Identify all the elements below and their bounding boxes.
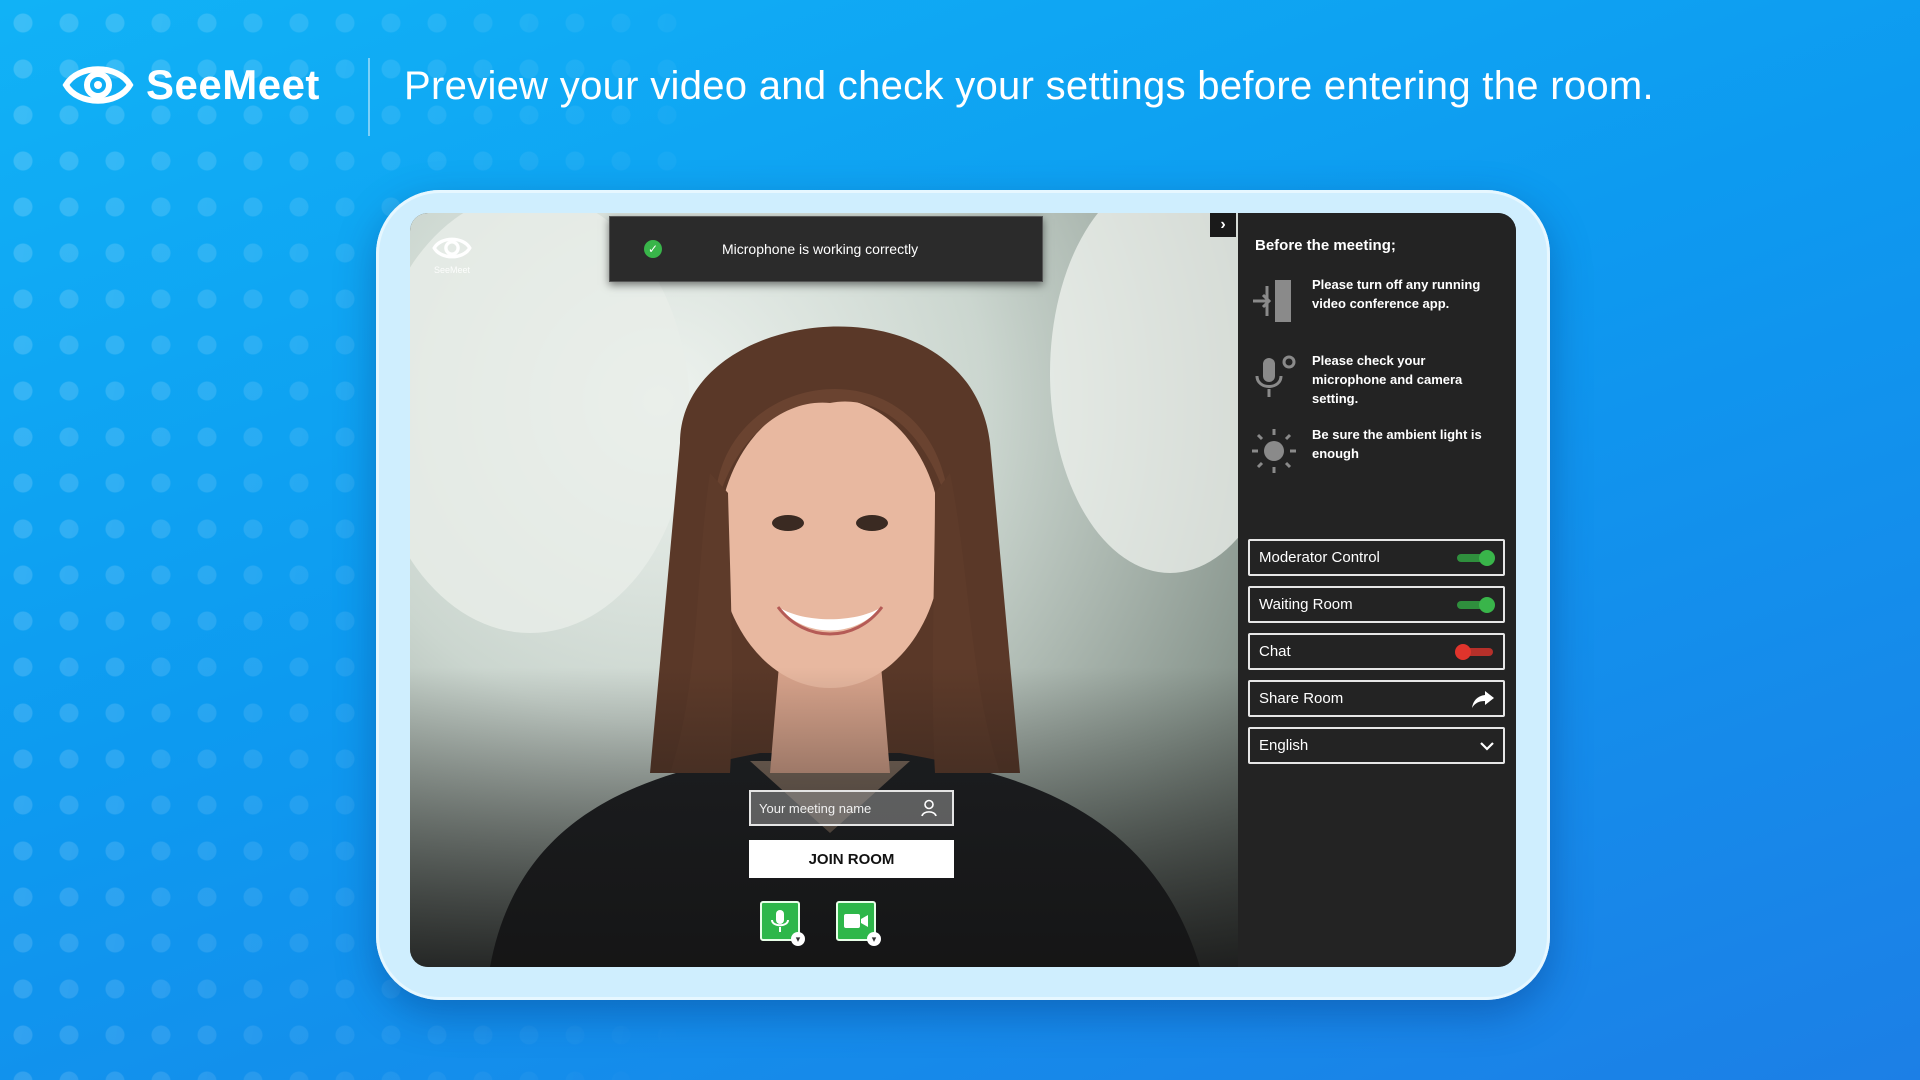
tip-close-apps: Please turn off any running video confer… (1248, 275, 1498, 327)
chevron-right-icon: › (1220, 216, 1226, 233)
collapse-sidebar-button[interactable]: › (1210, 213, 1236, 237)
language-selected-value: English (1259, 737, 1309, 754)
chat-option: Chat (1248, 633, 1505, 670)
chevron-down-icon[interactable]: ▾ (867, 932, 881, 946)
moderator-control-option: Moderator Control (1248, 539, 1505, 576)
toggle-knob (1455, 643, 1471, 660)
chevron-down-icon[interactable]: ▾ (791, 932, 805, 946)
waiting-room-option: Waiting Room (1248, 586, 1505, 623)
brand-name: SeeMeet (146, 61, 320, 108)
chat-toggle[interactable] (1455, 643, 1495, 660)
header-divider (368, 58, 370, 136)
in-app-logo: SeeMeet (432, 233, 472, 275)
moderator-control-toggle[interactable] (1455, 549, 1495, 566)
waiting-room-label: Waiting Room (1259, 596, 1353, 613)
language-select[interactable]: English (1248, 727, 1505, 764)
microphone-status-toast: ✓ Microphone is working correctly (609, 216, 1043, 282)
share-arrow-icon (1472, 690, 1494, 708)
microphone-icon (771, 910, 789, 932)
tip-lighting: Be sure the ambient light is enough (1248, 425, 1498, 477)
seemeet-eye-icon (432, 237, 472, 259)
in-app-logo-label: SeeMeet (433, 265, 471, 275)
sidebar-title: Before the meeting; (1255, 237, 1396, 254)
toggle-knob (1479, 549, 1495, 566)
seemeet-eye-icon (62, 66, 134, 104)
settings-sidebar: › Before the meeting; Please turn off an… (1210, 213, 1516, 967)
chat-label: Chat (1259, 643, 1291, 660)
meeting-name-input[interactable] (759, 800, 919, 816)
camera-toggle-button[interactable]: ▾ (836, 901, 881, 946)
waiting-room-toggle[interactable] (1455, 596, 1495, 613)
toggle-knob (1479, 596, 1495, 613)
tip-text: Please turn off any running video confer… (1312, 277, 1481, 311)
share-room-button[interactable]: Share Room (1248, 680, 1505, 717)
share-room-label: Share Room (1259, 690, 1344, 707)
check-circle-icon: ✓ (644, 240, 662, 258)
meeting-name-field[interactable] (749, 790, 954, 826)
join-room-button[interactable]: JOIN ROOM (749, 840, 954, 878)
exit-door-icon (1248, 275, 1300, 327)
microphone-settings-icon (1248, 351, 1300, 403)
chevron-down-icon (1480, 741, 1494, 751)
app-screen: SeeMeet ✓ Microphone is working correctl… (410, 213, 1516, 967)
tip-text: Be sure the ambient light is enough (1312, 427, 1482, 461)
user-icon (921, 799, 937, 817)
brand-logo: SeeMeet (62, 58, 320, 112)
toast-message: Microphone is working correctly (722, 241, 919, 257)
tablet-frame: SeeMeet ✓ Microphone is working correctl… (376, 190, 1550, 1000)
page-tagline: Preview your video and check your settin… (404, 64, 1654, 108)
microphone-toggle-button[interactable]: ▾ (760, 901, 805, 946)
video-camera-icon (844, 914, 868, 928)
sun-icon (1248, 425, 1300, 477)
moderator-control-label: Moderator Control (1259, 549, 1380, 566)
video-preview: SeeMeet ✓ Microphone is working correctl… (410, 213, 1238, 967)
tip-check-devices: Please check your microphone and camera … (1248, 351, 1498, 408)
tip-text: Please check your microphone and camera … (1312, 353, 1463, 406)
